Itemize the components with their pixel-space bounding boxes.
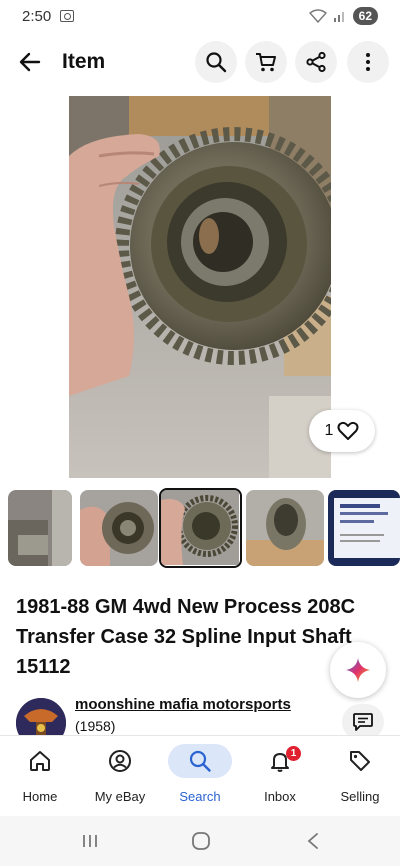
system-navigation-bar bbox=[0, 816, 400, 866]
seller-name[interactable]: moonshine mafia motorsports bbox=[75, 696, 291, 713]
seller-feedback-score: (1958) bbox=[75, 718, 116, 734]
thumbnail-1[interactable] bbox=[8, 490, 72, 566]
nav-my-ebay[interactable]: My eBay bbox=[80, 744, 160, 814]
arrow-left-icon bbox=[19, 52, 41, 72]
more-options-button[interactable] bbox=[347, 41, 389, 83]
account-icon bbox=[109, 750, 131, 772]
gear-photo bbox=[69, 96, 331, 478]
item-main-photo[interactable] bbox=[69, 96, 331, 478]
status-bar: 2:50 62 bbox=[0, 0, 400, 34]
recent-apps-button[interactable] bbox=[75, 828, 105, 854]
back-button[interactable] bbox=[14, 46, 46, 78]
share-icon bbox=[306, 51, 326, 73]
search-button[interactable] bbox=[195, 41, 237, 83]
page-title: Item bbox=[62, 50, 106, 73]
back-system-button[interactable] bbox=[298, 828, 328, 854]
recent-apps-icon bbox=[83, 835, 97, 847]
inbox-badge: 1 bbox=[286, 746, 301, 761]
cart-icon bbox=[256, 53, 276, 72]
tag-icon bbox=[350, 751, 370, 771]
nav-selling[interactable]: Selling bbox=[320, 744, 400, 814]
sparkle-icon bbox=[346, 658, 370, 682]
share-button[interactable] bbox=[295, 41, 337, 83]
nav-inbox-label: Inbox bbox=[264, 789, 296, 804]
thumbnail-3-selected[interactable] bbox=[159, 488, 242, 568]
like-count: 1 bbox=[324, 422, 334, 439]
top-app-bar: Item bbox=[0, 36, 400, 90]
more-vertical-icon bbox=[366, 53, 370, 71]
wifi-icon bbox=[308, 9, 327, 23]
nav-inbox[interactable]: 1 Inbox bbox=[240, 744, 320, 814]
nav-search-label: Search bbox=[179, 789, 221, 804]
signal-icon bbox=[333, 12, 344, 22]
search-icon bbox=[189, 750, 211, 772]
ai-assistant-button[interactable] bbox=[330, 642, 386, 698]
photo-thumbnails bbox=[0, 488, 400, 570]
seller-info[interactable]: moonshine mafia motorsports (1958) bbox=[16, 694, 316, 748]
home-circle-icon bbox=[192, 832, 210, 850]
nav-selling-label: Selling bbox=[340, 789, 380, 804]
status-time: 2:50 bbox=[22, 8, 52, 25]
home-system-button[interactable] bbox=[186, 828, 216, 854]
search-icon bbox=[206, 52, 227, 73]
chevron-left-icon bbox=[307, 833, 318, 849]
status-icons: 62 bbox=[308, 7, 378, 25]
nav-home[interactable]: Home bbox=[0, 744, 80, 814]
thumbnail-2[interactable] bbox=[80, 490, 158, 566]
screen-record-icon bbox=[60, 10, 74, 22]
battery-level: 62 bbox=[352, 7, 378, 25]
nav-search[interactable]: Search bbox=[160, 744, 240, 814]
cart-button[interactable] bbox=[245, 41, 287, 83]
thumbnail-4[interactable] bbox=[246, 490, 324, 566]
heart-icon bbox=[337, 421, 359, 440]
thumbnail-5[interactable] bbox=[328, 490, 400, 566]
bottom-navigation: Home My eBay Search 1 Inbox Selling bbox=[0, 735, 400, 815]
message-icon bbox=[353, 713, 373, 731]
nav-my-ebay-label: My eBay bbox=[94, 789, 146, 804]
home-icon bbox=[30, 751, 50, 771]
like-button[interactable]: 1 bbox=[309, 410, 375, 452]
nav-home-label: Home bbox=[22, 789, 58, 804]
